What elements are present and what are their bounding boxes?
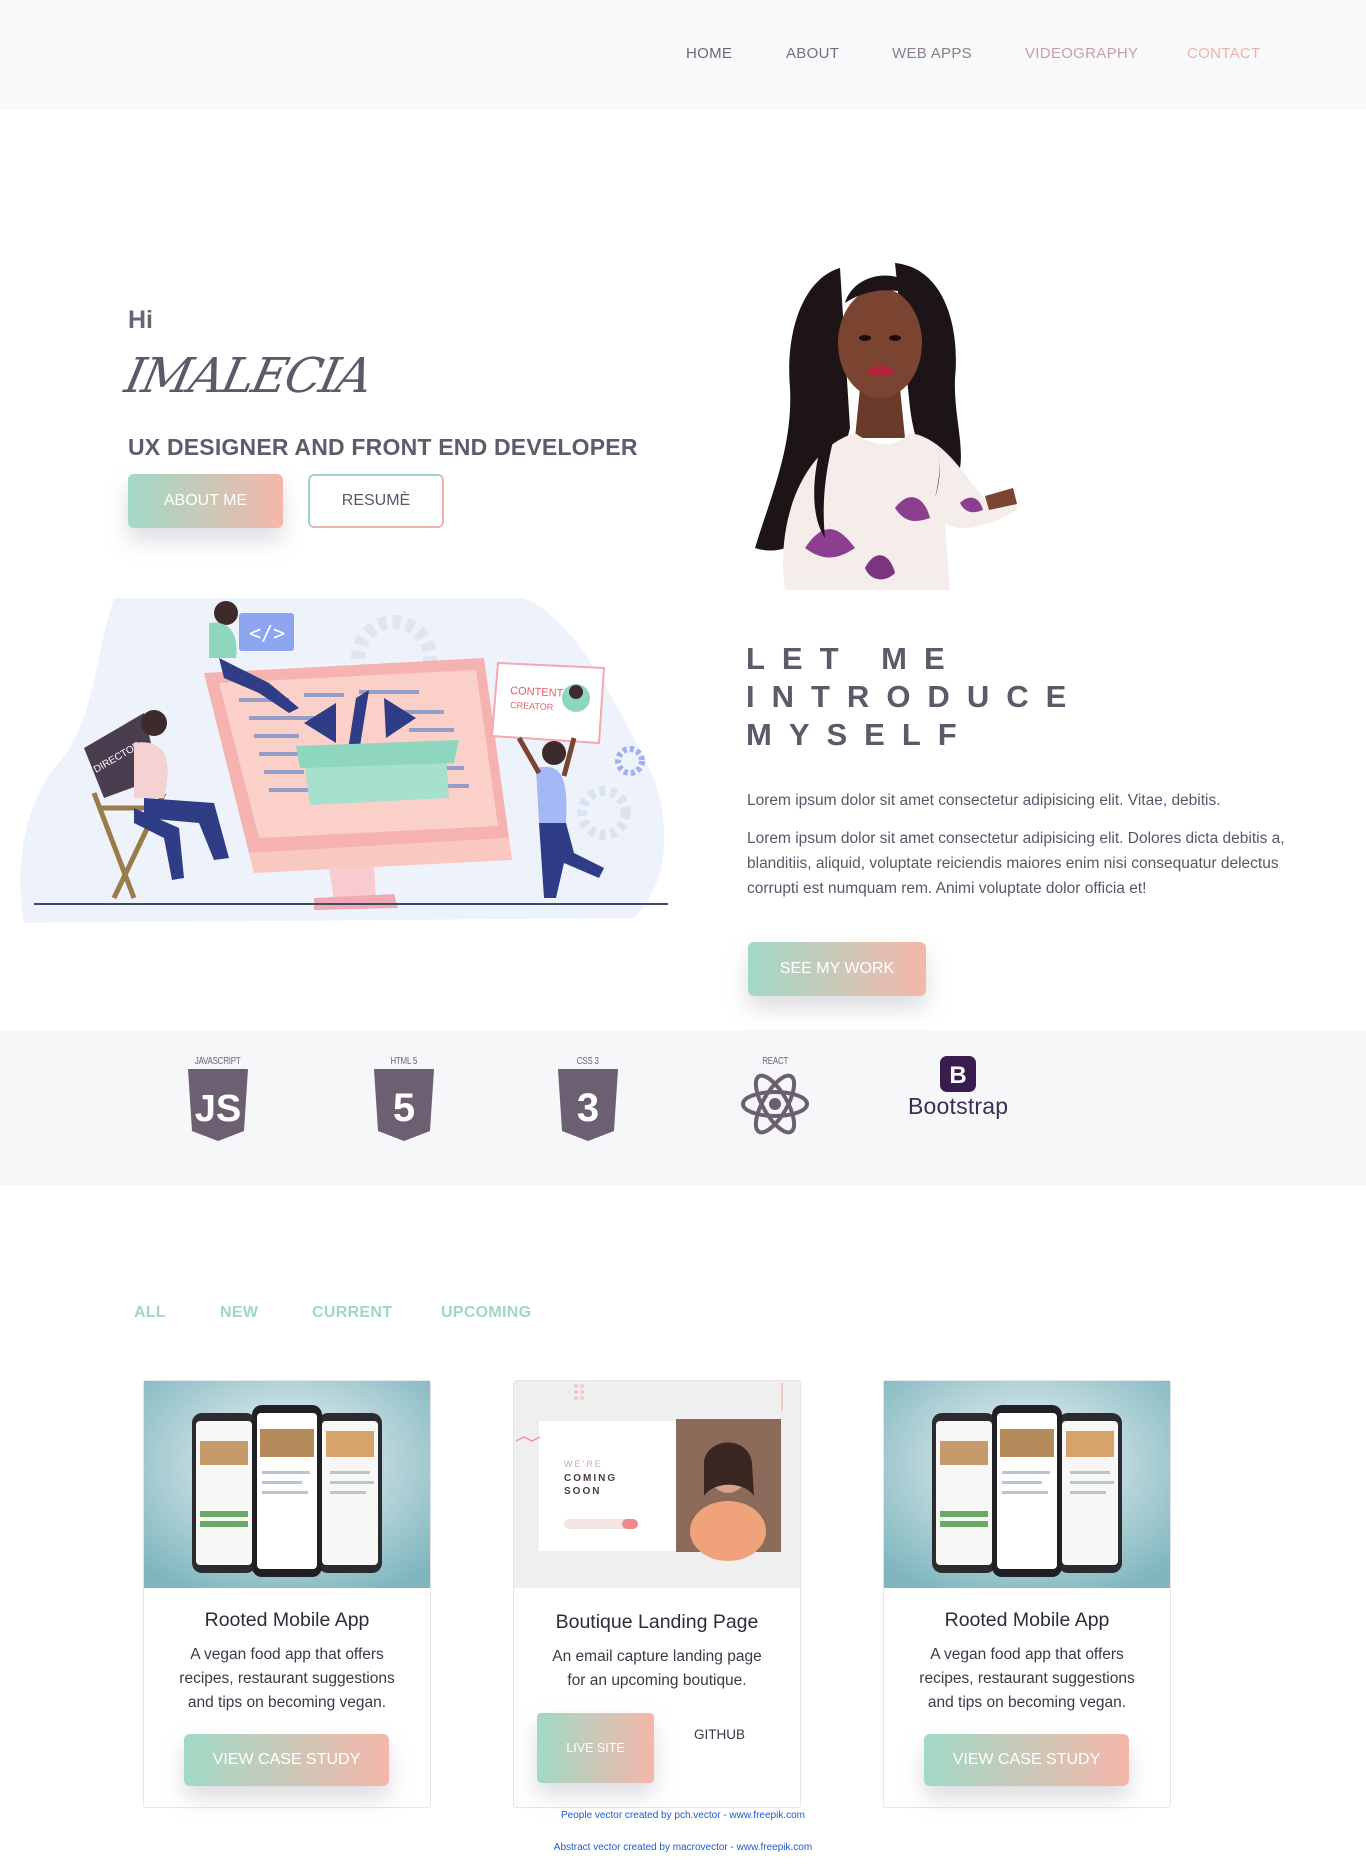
skill-react: REACT: [740, 1056, 810, 1139]
card-description: A vegan food app that offers recipes, re…: [919, 1646, 1135, 1711]
svg-text:SOON: SOON: [564, 1486, 601, 1497]
svg-text:WE'RE: WE'RE: [564, 1459, 603, 1469]
hero-role-title: UX DESIGNER AND FRONT END DEVELOPER: [128, 434, 638, 460]
rooted-app-mockup-image: [884, 1381, 1170, 1588]
boutique-landing-mockup-image: WE'RE COMING SOON: [514, 1381, 800, 1588]
nav-contact-link[interactable]: CONTACT: [1187, 45, 1260, 62]
nav-web-apps-link[interactable]: WEB APPS: [892, 45, 972, 62]
hero-greeting: Hi: [128, 306, 153, 334]
skill-html5: HTML 5 5: [372, 1056, 436, 1141]
intro-heading: LET ME INTRODUCE MYSELF: [746, 640, 1083, 754]
nav-home-link[interactable]: HOME: [686, 45, 732, 62]
filter-all-tab[interactable]: ALL: [134, 1304, 166, 1322]
svg-text:COMING: COMING: [564, 1473, 617, 1484]
html5-shield-icon: 5: [374, 1069, 434, 1141]
react-caption: REACT: [762, 1056, 788, 1067]
abstract-vector-credit-link[interactable]: Abstract vector created by macrovector -…: [0, 1842, 1366, 1853]
javascript-shield-icon: JS: [188, 1069, 248, 1141]
see-my-work-button[interactable]: SEE MY WORK: [748, 942, 926, 996]
people-vector-credit-link[interactable]: People vector created by pch.vector - ww…: [0, 1810, 1366, 1821]
skill-bootstrap: B Bootstrap: [908, 1056, 1008, 1120]
top-navbar: HOME ABOUT WEB APPS VIDEOGRAPHY CONTACT: [0, 0, 1366, 110]
view-case-study-button[interactable]: VIEW CASE STUDY: [184, 1734, 389, 1786]
developer-illustration: DIRECTOR </> CONTENT CREATOR: [20, 598, 668, 923]
card-title: Rooted Mobile App: [204, 1609, 370, 1631]
css3-shield-icon: 3: [558, 1069, 618, 1141]
html5-caption: HTML 5: [390, 1056, 418, 1067]
card-description: An email capture landing page for an upc…: [552, 1648, 762, 1689]
css3-caption: CSS 3: [577, 1056, 599, 1067]
filter-upcoming-tab[interactable]: UPCOMING: [441, 1304, 531, 1322]
react-atom-icon: [741, 1073, 809, 1135]
intro-heading-line-2: INTRODUCE: [746, 679, 1084, 714]
bootstrap-logo-letter: B: [949, 1062, 966, 1089]
nav-about-link[interactable]: ABOUT: [786, 45, 839, 62]
code-tag-label: </>: [249, 621, 285, 645]
bootstrap-logo-icon: B: [940, 1056, 977, 1092]
view-case-study-button[interactable]: VIEW CASE STUDY: [924, 1734, 1129, 1786]
filter-new-tab[interactable]: NEW: [220, 1304, 258, 1322]
live-site-button[interactable]: LIVE SITE: [537, 1713, 654, 1783]
hero-signature-name: IMALECIA: [120, 348, 376, 404]
project-card-rooted-1: Rooted Mobile App A vegan food app that …: [143, 1380, 431, 1808]
filter-current-tab[interactable]: CURRENT: [312, 1304, 392, 1322]
javascript-caption: JAVASCRIPT: [195, 1056, 241, 1067]
project-card-boutique: WE'RE COMING SOON Boutique Landing Page …: [513, 1380, 801, 1808]
profile-portrait-image: [755, 263, 1017, 590]
skill-javascript: JAVASCRIPT JS: [186, 1056, 250, 1141]
rooted-app-mockup-image: [144, 1381, 430, 1588]
card-description: A vegan food app that offers recipes, re…: [179, 1646, 395, 1711]
project-card-rooted-2: Rooted Mobile App A vegan food app that …: [883, 1380, 1171, 1808]
live-site-label: LIVE SITE: [566, 1741, 625, 1755]
resume-button[interactable]: RESUMÈ: [308, 474, 444, 528]
skills-band: JAVASCRIPT JS HTML 5 5 CSS 3 3 REACT B B…: [0, 1030, 1366, 1185]
javascript-letters: JS: [195, 1088, 241, 1130]
css3-number: 3: [577, 1086, 599, 1130]
intro-heading-line-3: MYSELF: [746, 717, 974, 752]
github-link[interactable]: GITHUB: [694, 1727, 745, 1742]
intro-paragraph-2: Lorem ipsum dolor sit amet consectetur a…: [747, 830, 1285, 897]
skill-css3: CSS 3 3: [556, 1056, 620, 1141]
intro-paragraph-1: Lorem ipsum dolor sit amet consectetur a…: [747, 792, 1221, 809]
nav-videography-link[interactable]: VIDEOGRAPHY: [1025, 45, 1138, 62]
intro-heading-line-1: LET ME: [746, 641, 962, 676]
html5-number: 5: [393, 1086, 415, 1130]
about-me-button[interactable]: ABOUT ME: [128, 474, 283, 528]
card-title: Rooted Mobile App: [944, 1609, 1110, 1631]
bootstrap-wordmark: Bootstrap: [908, 1093, 1009, 1119]
card-title: Boutique Landing Page: [555, 1611, 759, 1633]
